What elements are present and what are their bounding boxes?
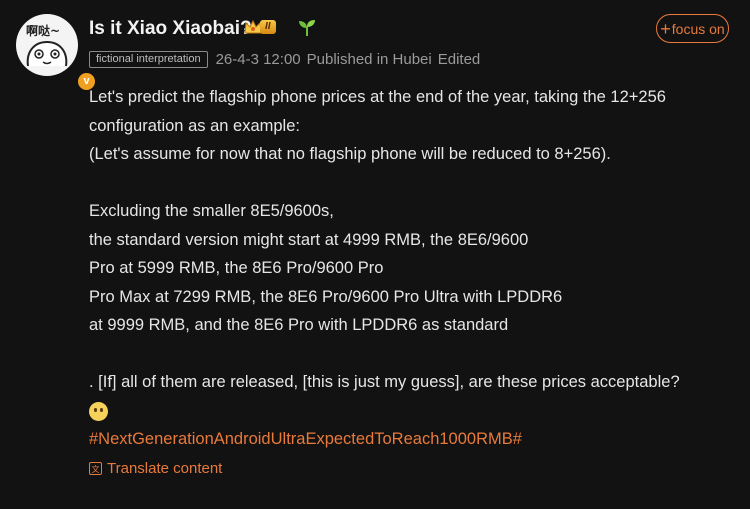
emoji-line <box>89 397 729 426</box>
username[interactable]: Is it Xiao Xiaobai? <box>89 18 252 40</box>
post-line: at 9999 RMB, and the 8E6 Pro with LPDDR6… <box>89 316 509 334</box>
post-line: Excluding the smaller 8E5/9600s, <box>89 202 334 220</box>
sprout-icon <box>299 20 315 36</box>
post-line: Pro Max at 7299 RMB, the 8E6 Pro/9600 Pr… <box>89 287 563 306</box>
post-meta: fictional interpretation 26-4-3 12:00 Pu… <box>89 51 480 68</box>
edited-label[interactable]: Edited <box>438 51 481 68</box>
translate-label: Translate content <box>107 460 223 477</box>
post-line: configuration as an example: <box>89 116 300 135</box>
location: Published in Hubei <box>306 51 432 68</box>
plus-icon: + <box>660 18 671 39</box>
follow-label: focus on <box>671 20 725 37</box>
post-line: Pro at 5999 RMB, the 8E6 Pro/9600 Pro <box>89 259 384 277</box>
post-line-blank <box>89 169 729 198</box>
post-line: . [If] all of them are released, [this i… <box>89 373 680 391</box>
follow-button[interactable]: + focus on <box>656 14 729 43</box>
post-line: (Let's assume for now that no flagship p… <box>89 145 611 163</box>
post-line: the standard version might start at 4999… <box>89 230 529 249</box>
avatar[interactable]: 啊哒~ v <box>16 14 97 92</box>
level-badge: II <box>244 19 276 35</box>
hashtag-link[interactable]: #NextGenerationAndroidUltraExpectedToRea… <box>89 430 522 448</box>
post-body: Let's predict the flagship phone prices … <box>89 83 729 454</box>
post-line: Let's predict the flagship phone prices … <box>89 88 666 106</box>
content-tag: fictional interpretation <box>89 51 208 68</box>
thinking-emoji-icon <box>89 401 108 421</box>
post-line-blank <box>89 340 729 369</box>
level-badge-text: II <box>260 20 276 34</box>
timestamp: 26-4-3 12:00 <box>215 51 301 68</box>
avatar-face-icon <box>26 40 68 67</box>
translate-button[interactable]: 文 Translate content <box>89 460 222 477</box>
translate-icon: 文 <box>89 462 102 475</box>
